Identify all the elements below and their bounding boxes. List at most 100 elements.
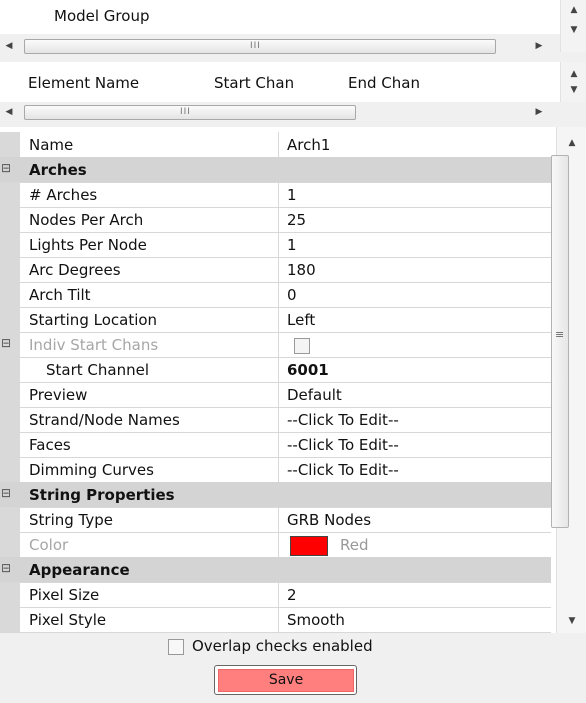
collapse-icon[interactable]: ⊟ — [1, 337, 11, 350]
prop-value[interactable]: Arch1 — [287, 136, 330, 154]
column-divider — [278, 307, 279, 332]
property-grid-vscroll-thumb[interactable]: ≡ — [551, 155, 569, 528]
column-divider — [278, 132, 279, 157]
prop-row-lights-per-node[interactable]: Lights Per Node 1 — [0, 232, 551, 258]
column-divider — [278, 532, 279, 557]
column-divider — [278, 382, 279, 407]
category-appearance[interactable]: ⊟ Appearance — [0, 557, 551, 583]
category-label: String Properties — [29, 486, 175, 504]
column-divider — [278, 432, 279, 457]
prop-row-preview[interactable]: Preview Default — [0, 382, 551, 408]
prop-value[interactable]: 1 — [287, 236, 297, 254]
grip-icon: III — [180, 107, 191, 117]
model-group-hscroll[interactable]: ◀ III ▶ — [0, 37, 560, 55]
prop-value[interactable]: 0 — [287, 286, 297, 304]
row-gutter — [0, 457, 20, 482]
prop-key: Arch Tilt — [29, 286, 91, 304]
save-button[interactable]: Save — [214, 665, 357, 695]
prop-row-start-channel[interactable]: Start Channel 6001 — [0, 357, 551, 383]
category-arches[interactable]: ⊟ Arches — [0, 157, 551, 183]
prop-key: Faces — [29, 436, 71, 454]
prop-value[interactable]: 25 — [287, 211, 306, 229]
column-start-chan[interactable]: Start Chan — [214, 74, 294, 92]
column-element-name[interactable]: Element Name — [28, 74, 139, 92]
overlap-checks-checkbox[interactable] — [168, 639, 184, 655]
column-divider — [278, 257, 279, 282]
prop-value[interactable]: --Click To Edit-- — [287, 461, 399, 479]
row-gutter — [0, 232, 20, 257]
prop-row-arch-tilt[interactable]: Arch Tilt 0 — [0, 282, 551, 308]
prop-row-pixel-style[interactable]: Pixel Style Smooth — [0, 607, 551, 633]
scroll-up-icon[interactable]: ▲ — [565, 137, 579, 149]
category-string-properties[interactable]: ⊟ String Properties — [0, 482, 551, 508]
scroll-down-icon[interactable]: ▼ — [567, 84, 581, 96]
element-list[interactable]: Element Name Start Chan End Chan — [0, 62, 560, 102]
grip-icon: ≡ — [555, 328, 565, 341]
indiv-start-chans-checkbox[interactable] — [294, 338, 310, 354]
prop-row-dimming-curves[interactable]: Dimming Curves --Click To Edit-- — [0, 457, 551, 483]
scroll-up-icon[interactable]: ▲ — [567, 4, 581, 16]
save-button-label: Save — [218, 669, 354, 692]
overlap-checks-label: Overlap checks enabled — [192, 637, 373, 655]
prop-row-name[interactable]: Name Arch1 — [0, 132, 551, 158]
prop-value[interactable]: --Click To Edit-- — [287, 411, 399, 429]
prop-value[interactable]: 2 — [287, 586, 297, 604]
row-gutter — [0, 607, 20, 632]
prop-value[interactable]: --Click To Edit-- — [287, 436, 399, 454]
row-gutter — [0, 282, 20, 307]
prop-value[interactable]: Smooth — [287, 611, 345, 629]
prop-key: Indiv Start Chans — [29, 336, 159, 354]
prop-row-strand-node-names[interactable]: Strand/Node Names --Click To Edit-- — [0, 407, 551, 433]
prop-value[interactable]: 180 — [287, 261, 316, 279]
row-gutter — [0, 207, 20, 232]
prop-key: Starting Location — [29, 311, 158, 329]
model-group-vscroll[interactable]: ▲ ▼ — [560, 0, 586, 52]
scroll-right-icon[interactable]: ▶ — [532, 40, 546, 52]
model-group-label[interactable]: Model Group — [54, 7, 149, 25]
column-end-chan[interactable]: End Chan — [348, 74, 420, 92]
prop-row-faces[interactable]: Faces --Click To Edit-- — [0, 432, 551, 458]
element-list-hscroll[interactable]: ◀ III ▶ — [0, 103, 560, 121]
prop-row-nodes-per-arch[interactable]: Nodes Per Arch 25 — [0, 207, 551, 233]
prop-value[interactable]: Left — [287, 311, 315, 329]
scroll-right-icon[interactable]: ▶ — [532, 106, 546, 118]
collapse-icon[interactable]: ⊟ — [1, 562, 11, 575]
column-divider — [278, 607, 279, 632]
prop-row-arches[interactable]: # Arches 1 — [0, 182, 551, 208]
prop-key: Color — [29, 536, 69, 554]
prop-row-arc-degrees[interactable]: Arc Degrees 180 — [0, 257, 551, 283]
prop-key: Arc Degrees — [29, 261, 121, 279]
collapse-icon[interactable]: ⊟ — [1, 162, 11, 175]
prop-row-pixel-size[interactable]: Pixel Size 2 — [0, 582, 551, 608]
scroll-left-icon[interactable]: ◀ — [2, 40, 16, 52]
element-list-hscroll-thumb[interactable]: III — [24, 105, 356, 120]
row-gutter — [0, 432, 20, 457]
row-gutter — [0, 582, 20, 607]
prop-row-starting-location[interactable]: Starting Location Left — [0, 307, 551, 333]
prop-value[interactable]: 6001 — [287, 361, 329, 379]
prop-key: Pixel Style — [29, 611, 107, 629]
prop-key: Start Channel — [46, 361, 149, 379]
prop-row-color[interactable]: Color Red — [0, 532, 551, 558]
prop-row-indiv-start-chans[interactable]: ⊟ Indiv Start Chans — [0, 332, 551, 358]
scroll-down-icon[interactable]: ▼ — [567, 24, 581, 36]
prop-value[interactable]: 1 — [287, 186, 297, 204]
prop-value[interactable]: Default — [287, 386, 342, 404]
collapse-icon[interactable]: ⊟ — [1, 487, 11, 500]
property-grid[interactable]: Name Arch1 ⊟ Arches # Arches 1 Nodes Per… — [0, 127, 556, 633]
prop-key: Dimming Curves — [29, 461, 154, 479]
scroll-down-icon[interactable]: ▼ — [565, 615, 579, 627]
scroll-up-icon[interactable]: ▲ — [567, 68, 581, 80]
prop-row-string-type[interactable]: String Type GRB Nodes — [0, 507, 551, 533]
model-group-list[interactable]: Model Group — [0, 0, 560, 34]
column-divider — [278, 357, 279, 382]
prop-value[interactable]: GRB Nodes — [287, 511, 371, 529]
prop-key: Preview — [29, 386, 88, 404]
color-swatch[interactable] — [290, 536, 328, 556]
model-group-hscroll-thumb[interactable]: III — [24, 39, 496, 54]
scroll-left-icon[interactable]: ◀ — [2, 106, 16, 118]
element-list-vscroll[interactable]: ▲ ▼ — [560, 62, 586, 102]
column-divider — [278, 232, 279, 257]
prop-key: Pixel Size — [29, 586, 100, 604]
prop-key: # Arches — [29, 186, 98, 204]
